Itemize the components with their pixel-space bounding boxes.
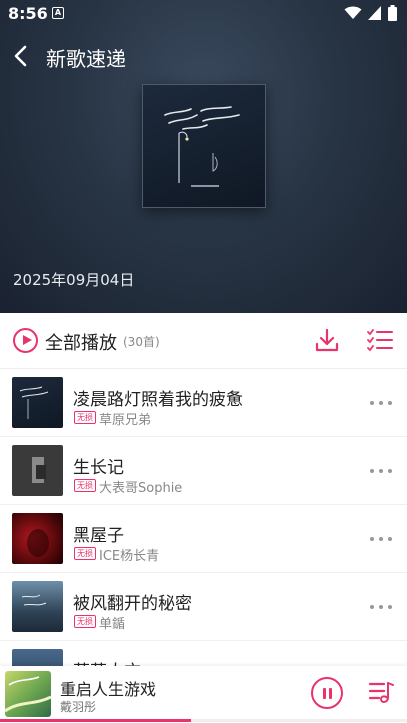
lossless-badge: 无损 (74, 615, 96, 628)
signal-icon (368, 6, 381, 20)
multi-select-button[interactable] (367, 328, 393, 352)
now-playing-title: 重启人生游戏 (60, 680, 157, 699)
song-row[interactable]: 被风翻开的秘密 无损 单鍎 (0, 573, 407, 641)
song-row[interactable]: 黑屋子 无损 ICE杨长青 (0, 505, 407, 573)
playback-progress[interactable] (0, 719, 407, 722)
more-options-button[interactable] (370, 597, 392, 617)
song-count: (30首) (123, 335, 160, 349)
more-options-button[interactable] (370, 529, 392, 549)
album-cover-art (164, 106, 240, 187)
page-title: 新歌速递 (46, 47, 126, 71)
battery-icon (388, 5, 397, 21)
album-cover[interactable] (142, 84, 266, 208)
lossless-badge: 无损 (74, 479, 96, 492)
song-artist: 草原兄弟 (99, 413, 152, 428)
now-playing-artist: 戴羽彤 (60, 700, 97, 714)
playlist-button[interactable] (368, 680, 394, 704)
mini-player[interactable]: 重启人生游戏 戴羽彤 (0, 666, 407, 723)
playback-progress-fill (0, 719, 192, 722)
release-date: 2025年09月04日 (13, 271, 135, 289)
pause-button[interactable] (311, 677, 343, 709)
wifi-icon (344, 6, 362, 19)
back-arrow-icon (14, 45, 27, 67)
more-options-button[interactable] (370, 461, 392, 481)
top-bar: 新歌速递 (0, 34, 407, 78)
game-track-cover-icon (5, 676, 51, 713)
checklist-icon (367, 329, 393, 352)
night-streetlight-cover-icon (12, 377, 63, 428)
download-icon (315, 328, 339, 352)
status-icons (344, 5, 397, 21)
status-time: 8:56 (8, 4, 48, 23)
album-header: 8:56 A 新歌速递 2025年09月04日 (0, 0, 407, 313)
play-all-button[interactable]: 全部播放 (45, 329, 117, 355)
song-artist: 大表哥Sophie (99, 481, 183, 496)
status-bar: 8:56 A (0, 0, 407, 28)
gray-abstract-cover-icon (12, 445, 63, 496)
now-playing-cover[interactable] (5, 671, 51, 717)
song-artist: 单鍎 (99, 617, 126, 632)
song-artist: ICE杨长青 (99, 549, 160, 564)
blue-sky-cover-icon (12, 581, 63, 632)
red-portrait-cover-icon (12, 513, 63, 564)
song-title: 黑屋子 (73, 526, 124, 546)
song-list: 凌晨路灯照着我的疲惫 无损 草原兄弟 生长记 无损 大表哥Sophie 黑屋子 … (0, 369, 407, 709)
lossless-badge: 无损 (74, 411, 96, 424)
play-all-bar: 全部播放 (30首) (0, 313, 407, 369)
play-all-icon[interactable] (13, 328, 38, 353)
playlist-icon (368, 682, 394, 704)
download-button[interactable] (314, 327, 340, 353)
notification-icon: A (52, 7, 64, 19)
song-row[interactable]: 生长记 无损 大表哥Sophie (0, 437, 407, 505)
lossless-badge: 无损 (74, 547, 96, 560)
more-options-button[interactable] (370, 393, 392, 413)
song-title: 凌晨路灯照着我的疲惫 (73, 390, 243, 410)
back-button[interactable] (6, 40, 34, 72)
song-row[interactable]: 凌晨路灯照着我的疲惫 无损 草原兄弟 (0, 369, 407, 437)
song-title: 被风翻开的秘密 (73, 594, 192, 614)
song-title: 生长记 (73, 458, 124, 478)
